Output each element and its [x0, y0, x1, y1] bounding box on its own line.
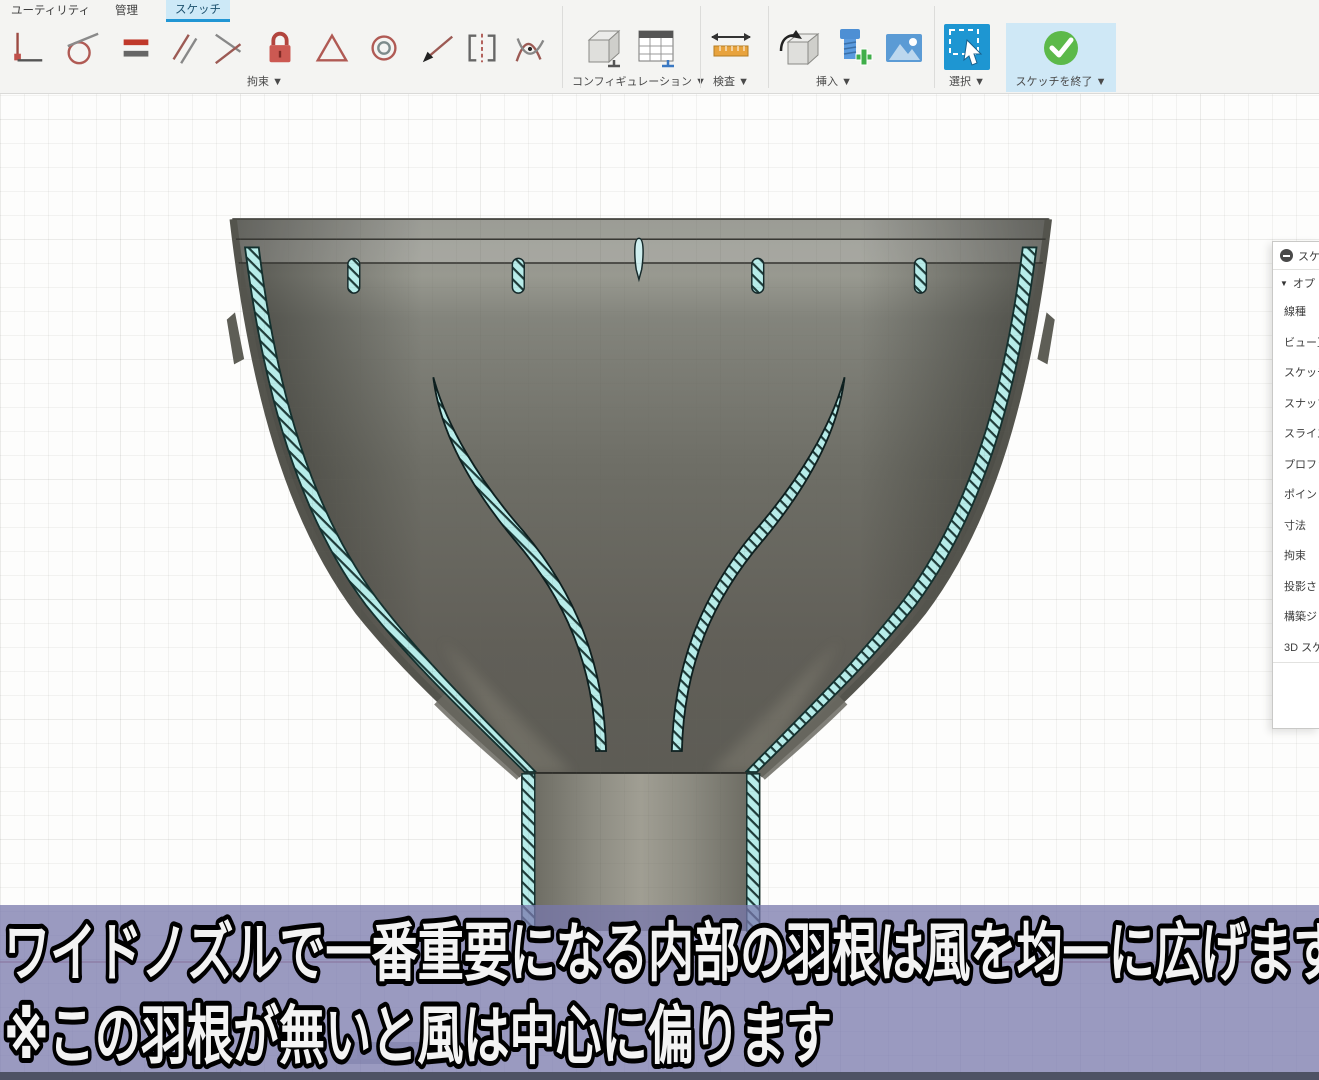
midpoint-constraint-icon: [313, 29, 351, 67]
finish-sketch-label: スケッチを終了 ▼: [1006, 73, 1116, 88]
collinear-constraint-icon: [419, 29, 457, 67]
finish-sketch-icon: [1041, 28, 1081, 68]
palette-item-constraints[interactable]: 拘束: [1273, 540, 1319, 571]
configuration-table-icon: [634, 25, 680, 71]
symmetry-constraint-icon: [463, 29, 501, 67]
minimize-icon[interactable]: [1280, 249, 1293, 262]
configuration-table-button[interactable]: [632, 24, 682, 72]
equal-constraint-icon: [120, 29, 152, 67]
concentric-constraint-icon: [365, 29, 403, 67]
inspect-group-label[interactable]: 検査 ▼: [703, 73, 759, 88]
insert-derive-button[interactable]: [776, 24, 824, 72]
insert-canvas-button[interactable]: [880, 24, 928, 72]
constraints-group-label[interactable]: 拘束 ▼: [230, 73, 300, 88]
equal-constraint-button[interactable]: [116, 26, 156, 70]
palette-item-snap[interactable]: スナップ: [1273, 388, 1319, 419]
horizontal-vertical-constraint-button[interactable]: [8, 26, 48, 70]
select-icon: [945, 25, 989, 69]
palette-item-construction[interactable]: 構築ジ: [1273, 601, 1319, 632]
subtitle-bottom-strip: [0, 1072, 1319, 1080]
palette-item-profile[interactable]: プロファ: [1273, 449, 1319, 480]
symmetry-constraint-button[interactable]: [462, 26, 502, 70]
toolbar-divider: [934, 6, 935, 88]
left-edge-step: [227, 312, 244, 364]
insert-canvas-icon: [882, 26, 926, 70]
configuration-group-label[interactable]: コンフィギュレーション ▼: [572, 73, 702, 88]
palette-item-sketch-grid[interactable]: スケッチ: [1273, 357, 1319, 388]
finish-sketch-button[interactable]: スケッチを終了 ▼: [1006, 23, 1116, 92]
toolbar: ユーティリティ 管理 スケッチ: [0, 0, 1319, 94]
palette-item-look-at[interactable]: ビュー正: [1273, 327, 1319, 358]
curvature-constraint-icon: [511, 29, 549, 67]
insert-derive-icon: [777, 25, 823, 71]
sketch-palette-header[interactable]: スケッ: [1273, 242, 1319, 270]
tab-manage[interactable]: 管理: [106, 0, 147, 22]
palette-item-projected[interactable]: 投影さ: [1273, 571, 1319, 602]
tangent-constraint-icon: [63, 29, 101, 67]
select-group-label[interactable]: 選択 ▼: [938, 73, 996, 88]
fix-unfix-constraint-button[interactable]: [260, 26, 300, 70]
palette-item-points[interactable]: ポイント: [1273, 479, 1319, 510]
measure-button[interactable]: [706, 24, 756, 72]
toolbar-divider: [700, 6, 701, 88]
parallel-constraint-icon: [165, 29, 203, 67]
horizontal-vertical-constraint-icon: [10, 29, 46, 67]
midpoint-constraint-button[interactable]: [312, 26, 352, 70]
curvature-constraint-button[interactable]: [510, 26, 550, 70]
palette-item-3d-sketch[interactable]: 3D スケ: [1273, 632, 1319, 663]
insert-group-label[interactable]: 挿入 ▼: [802, 73, 866, 88]
configuration-icon: [580, 25, 626, 71]
fix-unfix-constraint-icon: [261, 28, 299, 68]
perpendicular-constraint-button[interactable]: [210, 26, 250, 70]
toolbar-divider: [768, 6, 769, 88]
subtitle-band: [0, 905, 1319, 1072]
palette-item-linetype[interactable]: 線種: [1273, 296, 1319, 327]
select-button[interactable]: [944, 24, 990, 70]
perpendicular-constraint-icon: [211, 29, 249, 67]
insert-fastener-button[interactable]: [828, 24, 876, 72]
fusion360-window: ユーティリティ 管理 スケッチ: [0, 0, 1319, 1080]
palette-section-options[interactable]: ▼ オプ: [1273, 270, 1319, 296]
tab-utilities[interactable]: ユーティリティ: [2, 0, 99, 22]
palette-section-label: オプ: [1293, 275, 1315, 291]
chevron-down-icon: ▼: [1280, 279, 1288, 288]
toolbar-divider: [562, 6, 563, 88]
sketch-palette-title: スケッ: [1298, 248, 1319, 264]
measure-icon: [708, 25, 754, 71]
configuration-button[interactable]: [578, 24, 628, 72]
palette-item-slice[interactable]: スライス: [1273, 418, 1319, 449]
parallel-constraint-button[interactable]: [164, 26, 204, 70]
collinear-constraint-button[interactable]: [418, 26, 458, 70]
insert-fastener-icon: [829, 25, 875, 71]
concentric-constraint-button[interactable]: [364, 26, 404, 70]
tangent-constraint-button[interactable]: [62, 26, 102, 70]
sketch-palette: スケッ ▼ オプ 線種 ビュー正 スケッチ スナップ スライス プロファ ポイン…: [1272, 241, 1319, 729]
palette-footer: [1273, 662, 1319, 699]
palette-item-dimensions[interactable]: 寸法: [1273, 510, 1319, 541]
tab-sketch[interactable]: スケッチ: [166, 0, 230, 22]
right-edge-step: [1037, 312, 1054, 364]
